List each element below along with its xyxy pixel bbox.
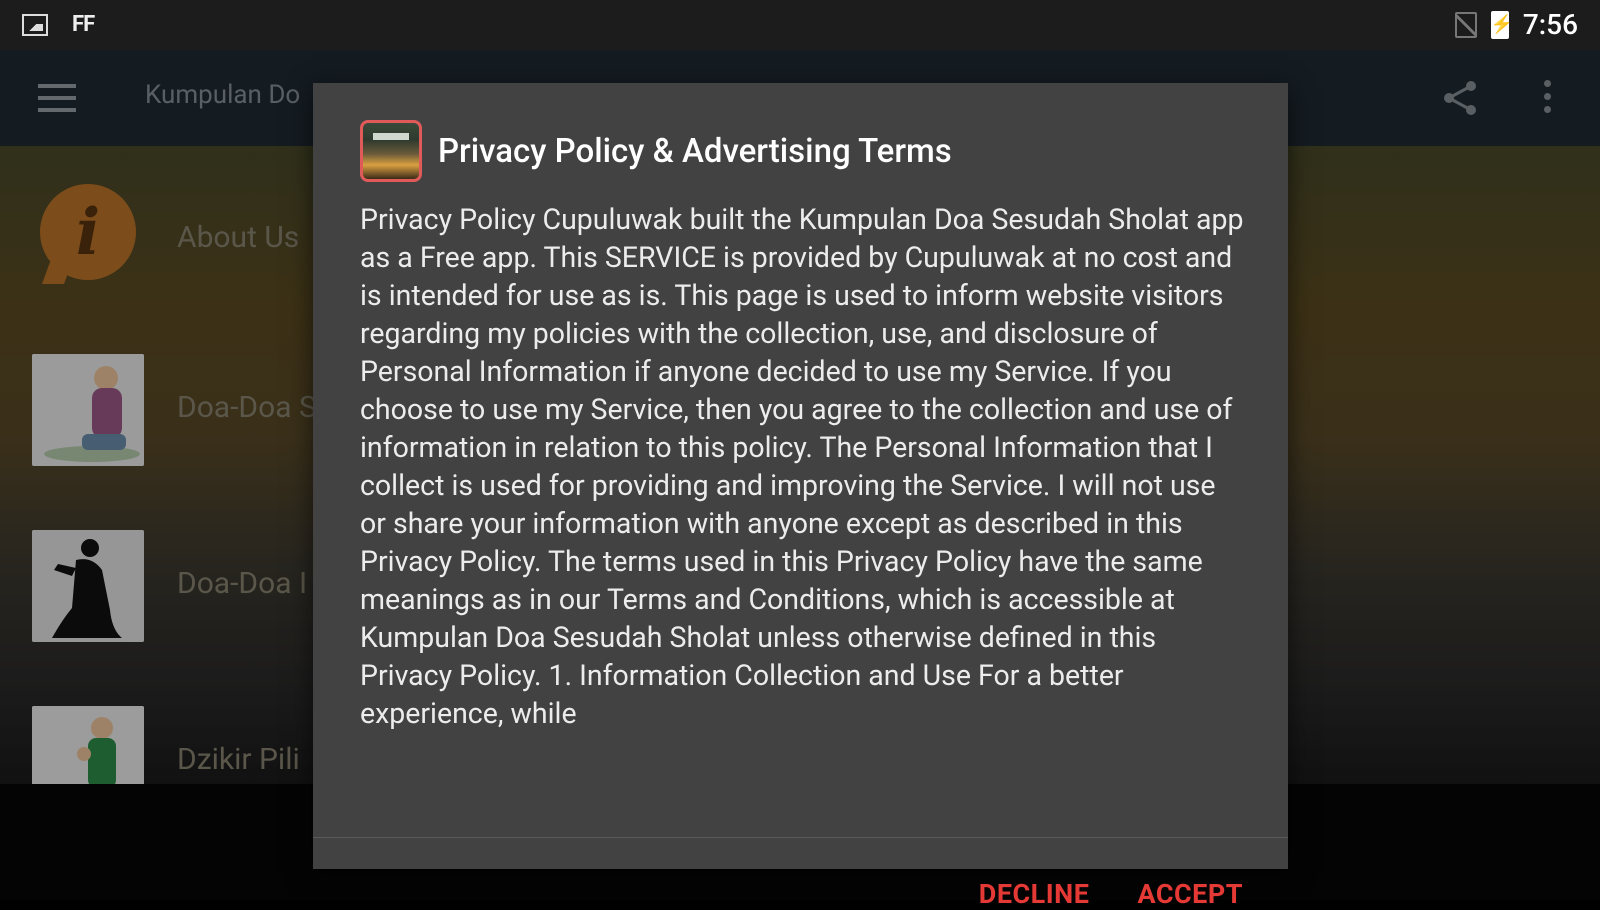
status-time: 7:56 [1522, 8, 1578, 41]
privacy-dialog: Privacy Policy & Advertising Terms Priva… [313, 83, 1288, 910]
status-right-icons: ⚡ 7:56 [1454, 8, 1578, 41]
dialog-actions: DECLINE ACCEPT [979, 878, 1243, 910]
no-sim-icon [1454, 11, 1477, 38]
status-bar: FF ⚡ 7:56 [0, 0, 1600, 50]
dialog-title: Privacy Policy & Advertising Terms [438, 131, 952, 171]
image-notification-icon [22, 13, 48, 36]
dialog-body-text: Privacy Policy Cupuluwak built the Kumpu… [360, 203, 1244, 730]
ff-notification-icon: FF [72, 12, 95, 37]
dialog-scroll-area[interactable]: Privacy Policy Cupuluwak built the Kumpu… [360, 201, 1245, 837]
app-logo-icon [360, 120, 422, 182]
battery-charging-icon: ⚡ [1490, 10, 1513, 39]
status-left-icons: FF [22, 12, 95, 37]
accept-button[interactable]: ACCEPT [1137, 878, 1243, 910]
dialog-divider [313, 837, 1288, 838]
decline-button[interactable]: DECLINE [979, 878, 1090, 910]
dialog-header: Privacy Policy & Advertising Terms [360, 118, 952, 184]
